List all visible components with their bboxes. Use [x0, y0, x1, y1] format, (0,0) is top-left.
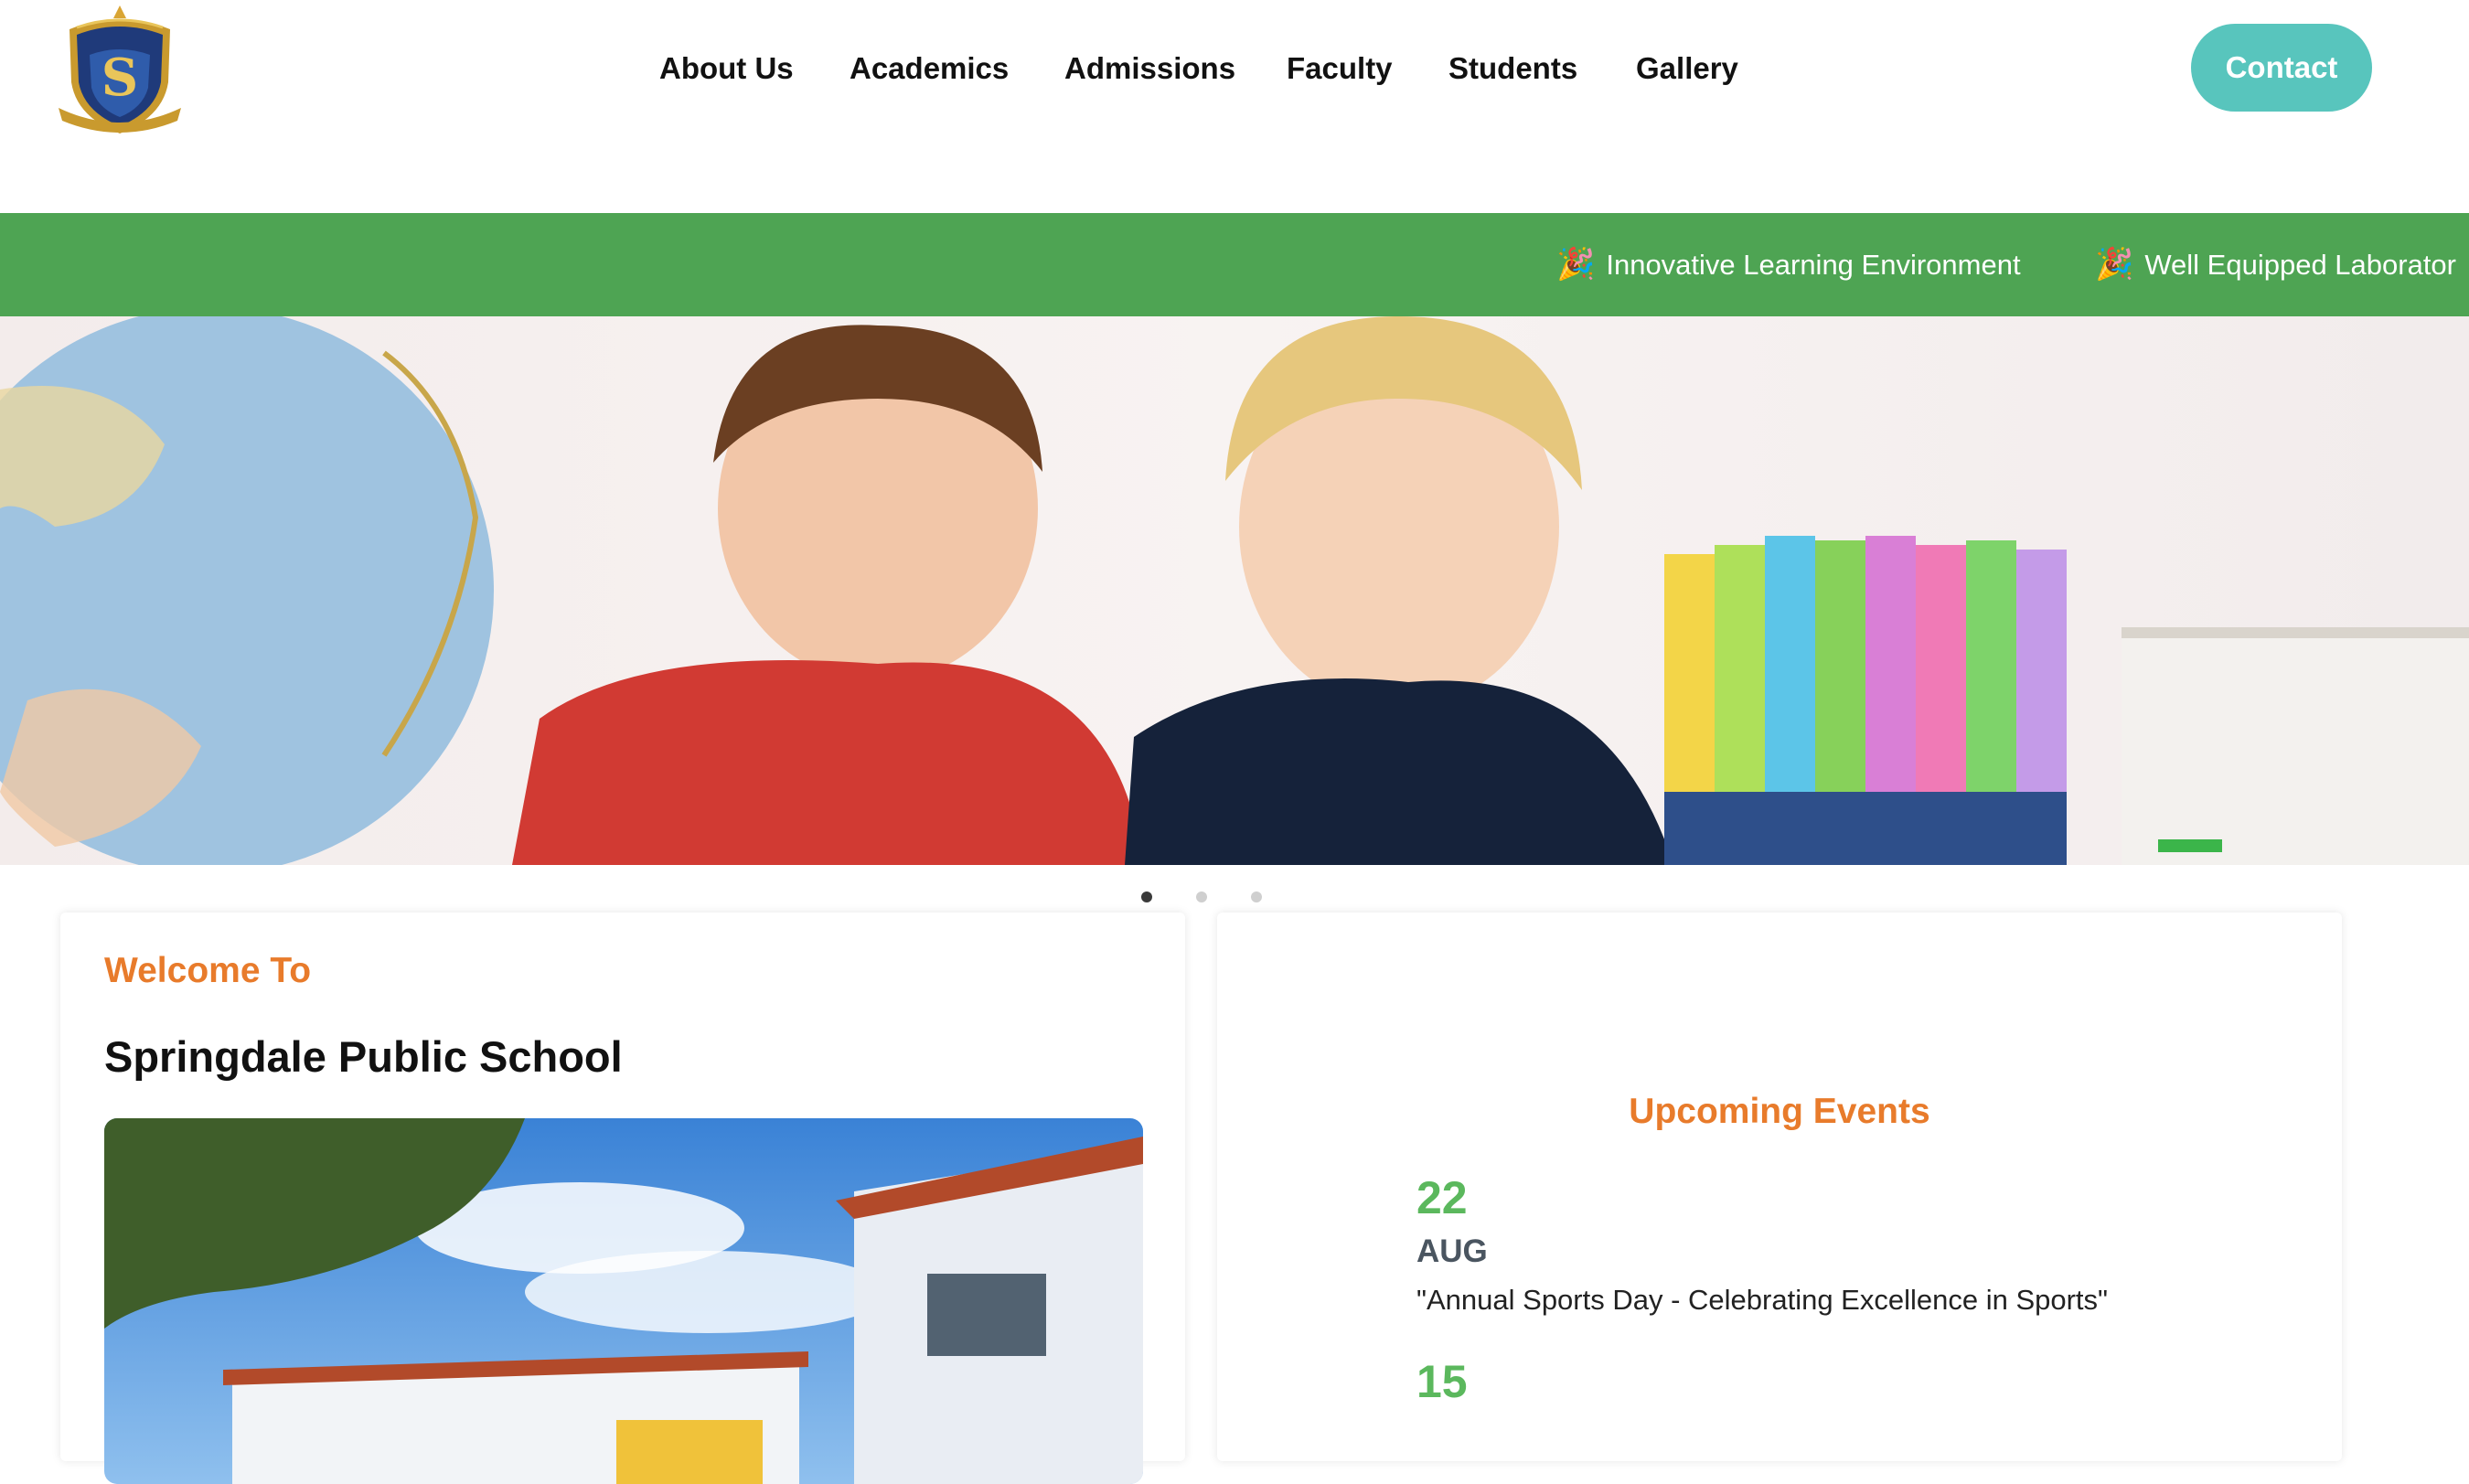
event-month: AUG — [1416, 1233, 1488, 1269]
nav-students[interactable]: Students — [1448, 46, 1577, 91]
carousel-dot-3[interactable] — [1251, 891, 1262, 902]
ticker-item: 🎉 Innovative Learning Environment — [1556, 213, 2021, 316]
event-day: 15 — [1416, 1356, 1468, 1407]
ticker-item: 🎉 Well Equipped Laborator — [2095, 213, 2456, 316]
nav-academics[interactable]: Academics — [850, 46, 1009, 91]
carousel-dot-2[interactable] — [1196, 891, 1207, 902]
events-card: Upcoming Events 22 AUG "Annual Sports Da… — [1217, 913, 2342, 1461]
books-illustration — [1664, 536, 2469, 865]
carousel-dots — [0, 891, 2469, 910]
announcement-ticker: 🎉 Innovative Learning Environment 🎉 Well E… — [0, 213, 2469, 316]
hero-image — [0, 316, 2469, 865]
carousel-dot-1[interactable] — [1141, 891, 1152, 902]
site-header: S About Us Academics Admissions Faculty … — [0, 0, 2469, 213]
campus-image — [104, 1118, 1143, 1484]
event-title: "Annual Sports Day - Celebrating Excelle… — [1416, 1284, 2109, 1316]
contact-button[interactable]: Contact — [2191, 24, 2372, 112]
event-item[interactable]: 22 AUG "Annual Sports Day - Celebrating … — [1416, 1171, 2108, 1318]
nav-about-us[interactable]: About Us — [659, 46, 794, 91]
hero-carousel[interactable] — [0, 316, 2469, 865]
main-nav: About Us Academics Admissions Faculty St… — [0, 0, 2469, 137]
events-heading: Upcoming Events — [1629, 1092, 1930, 1131]
event-item[interactable]: 15 — [1416, 1355, 1468, 1408]
school-name-heading: Springdale Public School — [104, 1032, 623, 1081]
party-popper-icon: 🎉 — [2095, 247, 2134, 282]
welcome-card: Welcome To Springdale Public School — [60, 913, 1185, 1484]
nav-admissions[interactable]: Admissions — [1064, 46, 1235, 91]
nav-gallery[interactable]: Gallery — [1636, 46, 1738, 91]
welcome-kicker: Welcome To — [104, 951, 312, 990]
event-day: 22 — [1416, 1172, 1468, 1223]
campus-photo — [104, 1118, 1143, 1484]
nav-faculty[interactable]: Faculty — [1287, 46, 1393, 91]
party-popper-icon: 🎉 — [1556, 247, 1596, 282]
